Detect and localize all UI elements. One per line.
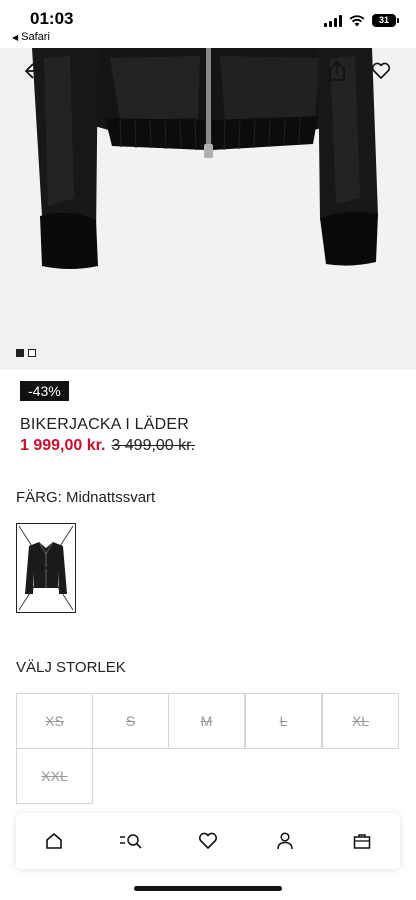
discount-badge: -43% [20, 381, 69, 401]
nav-home[interactable] [34, 821, 74, 861]
status-bar: 01:03 ◀ Safari 31 [0, 0, 416, 48]
sale-price: 1 999,00 kr. [20, 437, 106, 454]
size-option-s[interactable]: S [92, 693, 169, 749]
user-icon [277, 832, 293, 850]
size-option-m[interactable]: M [168, 693, 245, 749]
battery-icon: 31 [372, 14, 399, 27]
original-price: 3 499,00 kr. [111, 437, 196, 454]
product-title: BIKERJACKA I LÄDER [20, 416, 189, 433]
image-dot-1[interactable] [16, 349, 24, 357]
swatch-jacket-thumbnail [18, 525, 74, 611]
product-image[interactable] [0, 48, 416, 370]
cellular-signal-icon [324, 14, 342, 27]
nav-account[interactable] [265, 821, 305, 861]
nav-favorites[interactable] [188, 821, 228, 861]
size-option-xl[interactable]: XL [322, 693, 399, 749]
status-time: 01:03 [30, 9, 74, 28]
size-option-xxl[interactable]: XXL [16, 748, 93, 804]
back-app-label: Safari [21, 31, 50, 43]
share-button[interactable] [324, 58, 350, 84]
image-dot-2[interactable] [28, 349, 36, 357]
search-icon [120, 834, 142, 849]
wifi-icon [349, 14, 365, 26]
back-button[interactable] [21, 58, 47, 84]
status-icons: 31 [324, 14, 399, 27]
size-label: VÄLJ STORLEK [16, 659, 126, 676]
bag-icon [353, 834, 370, 849]
nav-bag[interactable] [342, 821, 382, 861]
color-label: FÄRG: Midnattssvart [16, 489, 156, 506]
home-icon [46, 833, 63, 849]
home-indicator [134, 886, 282, 891]
size-option-xs[interactable]: XS [16, 693, 93, 749]
arrow-left-icon [24, 63, 43, 79]
favorite-button[interactable] [368, 58, 394, 84]
price-row: 1 999,00 kr. 3 499,00 kr. [20, 437, 195, 455]
image-pagination [16, 349, 36, 357]
back-to-app-link[interactable]: ◀ Safari [12, 31, 50, 43]
bottom-navigation [16, 813, 400, 869]
heart-icon [198, 832, 218, 849]
jacket-photo [32, 48, 378, 269]
nav-search[interactable] [111, 821, 151, 861]
heart-icon [371, 62, 391, 79]
color-swatch-midnattssvart[interactable] [16, 523, 76, 613]
back-triangle-icon: ◀ [12, 32, 19, 42]
share-icon [329, 60, 345, 81]
size-option-l[interactable]: L [245, 693, 322, 749]
